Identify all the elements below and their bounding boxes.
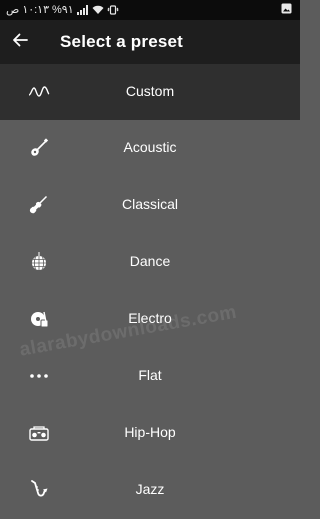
status-ampm: ص <box>6 4 20 16</box>
preset-label: Acoustic <box>123 139 177 155</box>
vibrate-icon <box>106 4 119 15</box>
preset-classical[interactable]: Classical <box>0 177 300 234</box>
arrow-back-icon <box>12 33 28 52</box>
signal-icon <box>76 4 89 15</box>
preset-flat[interactable]: Flat <box>0 348 300 405</box>
preset-list: Custom Acoustic Classical Dance Electro … <box>0 64 300 519</box>
preset-acoustic[interactable]: Acoustic <box>0 120 300 177</box>
status-right <box>281 3 292 14</box>
preset-hip-hop[interactable]: Hip-Hop <box>0 405 300 462</box>
back-button[interactable] <box>6 28 34 56</box>
preset-label: Classical <box>121 196 178 212</box>
preset-dance[interactable]: Dance <box>0 234 300 291</box>
preset-label: Electro <box>128 310 172 326</box>
gallery-icon <box>281 3 292 14</box>
app-bar: Select a preset <box>0 20 300 64</box>
preset-electro[interactable]: Electro <box>0 291 300 348</box>
wifi-icon <box>92 5 104 15</box>
status-bar: ص ١٠:١٣ %٩١ <box>0 0 300 20</box>
status-time: ١٠:١٣ <box>22 4 50 16</box>
preset-label: Custom <box>125 83 175 99</box>
preset-label: Hip-Hop <box>124 424 176 440</box>
preset-label: Jazz <box>135 481 165 497</box>
status-left: ص ١٠:١٣ %٩١ <box>6 3 119 16</box>
page-title: Select a preset <box>60 32 184 51</box>
preset-label: Dance <box>129 253 171 269</box>
preset-jazz[interactable]: Jazz <box>0 462 300 519</box>
preset-custom[interactable]: Custom <box>0 64 300 120</box>
preset-label: Flat <box>138 367 162 383</box>
status-battery: %٩١ <box>52 4 74 16</box>
